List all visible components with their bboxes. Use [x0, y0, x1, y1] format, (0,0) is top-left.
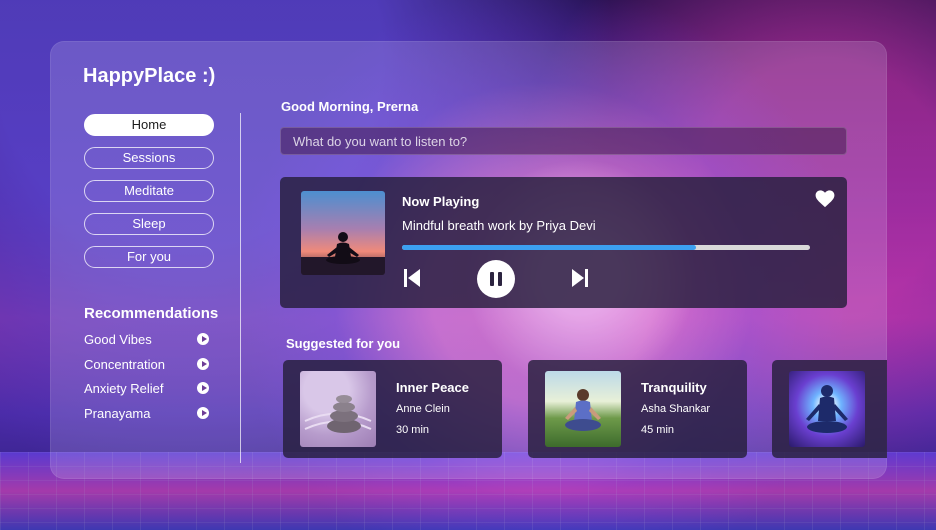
recommendation-item-anxiety-relief[interactable]: Anxiety Relief	[84, 380, 209, 405]
recommendation-item-pranayama[interactable]: Pranayama	[84, 405, 209, 430]
now-playing-label: Now Playing	[402, 194, 480, 209]
suggested-card-author: Asha Shankar	[641, 403, 711, 415]
suggested-card-author: Anne Clein	[396, 403, 450, 415]
aura-meditation-image	[789, 371, 865, 447]
app-panel: HappyPlace :) Home Sessions Meditate Sle…	[50, 41, 887, 479]
now-playing-card: Now Playing Mindful breath work by Priya…	[280, 177, 847, 308]
nav-item-sleep[interactable]: Sleep	[84, 213, 214, 235]
app-title: HappyPlace :)	[83, 65, 216, 87]
woman-meditating-icon	[565, 389, 601, 431]
skip-previous-icon[interactable]	[404, 269, 420, 287]
suggested-card-inner-peace[interactable]: Inner Peace Anne Clein 30 min	[283, 360, 502, 458]
playback-progress-fill	[402, 245, 696, 250]
play-circle-icon[interactable]	[197, 406, 209, 419]
nav-item-meditate[interactable]: Meditate	[84, 180, 214, 202]
stones-image	[300, 371, 376, 447]
now-playing-cover	[301, 191, 385, 275]
now-playing-track: Mindful breath work by Priya Devi	[402, 218, 596, 233]
zen-stones-icon	[304, 395, 372, 433]
suggested-card-duration: 30 min	[396, 424, 430, 436]
suggested-card-title: Tranquility	[641, 380, 707, 395]
recommendation-item-good-vibes[interactable]: Good Vibes	[84, 331, 209, 356]
pause-button[interactable]	[477, 260, 515, 298]
sidebar-divider	[240, 113, 241, 463]
heart-icon[interactable]	[815, 190, 835, 208]
recommendation-label: Pranayama	[84, 405, 151, 421]
suggested-title: Suggested for you	[286, 336, 401, 351]
recommendations-list: Good Vibes Concentration Anxiety Relief …	[84, 331, 209, 429]
nav-item-sessions[interactable]: Sessions	[84, 147, 214, 169]
recommendation-label: Concentration	[84, 356, 165, 372]
play-circle-icon[interactable]	[197, 382, 209, 394]
recommendation-item-concentration[interactable]: Concentration	[84, 356, 209, 381]
play-circle-icon[interactable]	[197, 333, 209, 345]
greeting-text: Good Morning, Prerna	[281, 99, 419, 114]
sidebar-nav: Home Sessions Meditate Sleep For you	[84, 114, 214, 279]
suggested-card-tranquility[interactable]: Tranquility Asha Shankar 45 min	[528, 360, 747, 458]
glowing-meditator-icon	[806, 385, 848, 433]
nav-item-home[interactable]: Home	[84, 114, 214, 136]
recommendations-title: Recommendations	[84, 305, 219, 322]
suggested-card-title: Inner Peace	[396, 380, 469, 395]
playback-progress-bar[interactable]	[402, 245, 810, 250]
meadow-meditation-image	[545, 371, 621, 447]
search-input[interactable]	[280, 127, 847, 155]
play-circle-icon[interactable]	[197, 357, 209, 370]
suggested-cards: Inner Peace Anne Clein 30 min Tranquilit…	[283, 360, 887, 458]
recommendation-label: Anxiety Relief	[84, 381, 164, 396]
nav-item-for-you[interactable]: For you	[84, 246, 214, 268]
recommendation-label: Good Vibes	[84, 332, 152, 347]
suggested-card-duration: 45 min	[641, 424, 675, 436]
suggested-card-aura[interactable]	[772, 360, 887, 458]
skip-next-icon[interactable]	[572, 269, 588, 287]
meditation-silhouette-icon	[301, 232, 385, 275]
